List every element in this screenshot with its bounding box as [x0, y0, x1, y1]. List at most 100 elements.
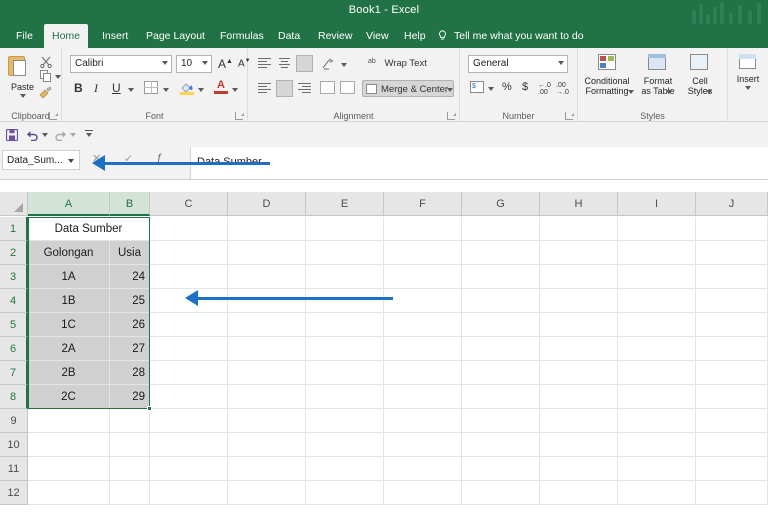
tab-home[interactable]: Home: [44, 24, 89, 48]
accounting-dropdown-icon[interactable]: [488, 87, 494, 91]
number-format-select[interactable]: General: [468, 55, 568, 73]
insert-cells-dropdown-icon[interactable]: [745, 86, 751, 90]
grid-cell[interactable]: [696, 361, 768, 385]
borders-dropdown-icon[interactable]: [163, 88, 169, 92]
increase-indent-icon[interactable]: [340, 81, 355, 94]
tab-formulas[interactable]: Formulas: [212, 24, 272, 48]
row-header-7[interactable]: 7: [0, 361, 28, 385]
tab-insert[interactable]: Insert: [94, 24, 136, 48]
grid-cell[interactable]: [462, 337, 540, 361]
underline-button[interactable]: U: [112, 81, 121, 95]
row-header-10[interactable]: 10: [0, 433, 28, 457]
increase-decimal-button[interactable]: ←.0.00: [538, 82, 551, 96]
tab-view[interactable]: View: [358, 24, 397, 48]
grid-cell[interactable]: [696, 457, 768, 481]
grid-cell[interactable]: [696, 385, 768, 409]
grid-cell[interactable]: [618, 481, 696, 505]
row-header-9[interactable]: 9: [0, 409, 28, 433]
column-header-d[interactable]: D: [228, 192, 306, 216]
grid-cell[interactable]: [306, 481, 384, 505]
grid-cell[interactable]: [150, 217, 228, 241]
percent-style-button[interactable]: %: [502, 81, 512, 93]
grid-cell[interactable]: [618, 409, 696, 433]
grid-cell[interactable]: [150, 337, 228, 361]
undo-dropdown-icon[interactable]: [42, 133, 48, 137]
redo-dropdown-icon[interactable]: [70, 133, 76, 137]
redo-icon[interactable]: [54, 128, 67, 142]
grid-cell[interactable]: [384, 217, 462, 241]
grid-cell[interactable]: [462, 433, 540, 457]
grid-cell[interactable]: [696, 313, 768, 337]
align-left-icon[interactable]: [258, 83, 271, 95]
cell-b4[interactable]: 25: [110, 289, 150, 313]
grid-cell[interactable]: [540, 241, 618, 265]
cell-a7[interactable]: 2B: [28, 361, 110, 385]
cut-button[interactable]: [40, 55, 52, 69]
cancel-formula-icon[interactable]: ✕: [92, 152, 101, 165]
grid-cell[interactable]: [150, 289, 228, 313]
tab-help[interactable]: Help: [396, 24, 434, 48]
cell-a2[interactable]: Golongan: [28, 241, 110, 265]
grid-cell[interactable]: [462, 409, 540, 433]
row-header-8[interactable]: 8: [0, 385, 28, 409]
cell-a1-merged[interactable]: Data Sumber: [28, 217, 150, 241]
grid-cell[interactable]: [228, 361, 306, 385]
align-bottom-icon[interactable]: [296, 55, 313, 72]
fill-color-dropdown-icon[interactable]: [198, 88, 204, 92]
copy-dropdown-icon[interactable]: [55, 75, 61, 79]
tell-me-search[interactable]: Tell me what you want to do: [454, 24, 584, 48]
cell-b6[interactable]: 27: [110, 337, 150, 361]
grid-cell[interactable]: [150, 481, 228, 505]
underline-dropdown-icon[interactable]: [128, 88, 134, 92]
grid-cell[interactable]: [228, 433, 306, 457]
grid-cell[interactable]: [306, 265, 384, 289]
grid-cell[interactable]: [150, 313, 228, 337]
grid-cell[interactable]: [384, 337, 462, 361]
row-header-4[interactable]: 4: [0, 289, 28, 313]
select-all-corner[interactable]: [0, 192, 28, 216]
save-icon[interactable]: [5, 128, 19, 142]
customize-icon[interactable]: [84, 130, 94, 139]
grid-cell[interactable]: [462, 385, 540, 409]
grid-cell[interactable]: [384, 481, 462, 505]
grid-cell[interactable]: [462, 217, 540, 241]
column-header-i[interactable]: I: [618, 192, 696, 216]
column-header-j[interactable]: J: [696, 192, 768, 216]
accounting-format-button[interactable]: $: [470, 81, 484, 93]
grid-cell[interactable]: [462, 241, 540, 265]
orientation-dropdown-icon[interactable]: [341, 63, 347, 67]
grid-cell[interactable]: [306, 217, 384, 241]
grid-cell[interactable]: [228, 265, 306, 289]
grid-cell[interactable]: [540, 409, 618, 433]
grid-cell[interactable]: [618, 385, 696, 409]
cell-b2[interactable]: Usia: [110, 241, 150, 265]
grid-cell[interactable]: [228, 385, 306, 409]
align-middle-icon[interactable]: [278, 58, 291, 70]
comma-style-button[interactable]: $: [522, 81, 528, 93]
grid-cell[interactable]: [618, 265, 696, 289]
grid-cell[interactable]: [540, 481, 618, 505]
grid-cell[interactable]: [306, 433, 384, 457]
merge-center-button[interactable]: Merge & Center: [362, 80, 454, 97]
decrease-indent-icon[interactable]: [320, 81, 335, 94]
row-header-3[interactable]: 3: [0, 265, 28, 289]
grid-cell[interactable]: [540, 385, 618, 409]
grid-cell[interactable]: [228, 217, 306, 241]
grid-cell[interactable]: [462, 361, 540, 385]
grid-cell[interactable]: [384, 313, 462, 337]
grid-cell[interactable]: [150, 265, 228, 289]
cell-styles-dropdown-icon[interactable]: [706, 90, 712, 94]
column-header-b[interactable]: B: [110, 192, 150, 216]
grid-cell[interactable]: [306, 385, 384, 409]
grid-cell[interactable]: [696, 337, 768, 361]
grid-cell[interactable]: [384, 409, 462, 433]
alignment-dialog-launcher[interactable]: [447, 112, 456, 120]
increase-font-size-button[interactable]: A▲: [218, 57, 233, 71]
italic-button[interactable]: I: [94, 81, 98, 96]
grid-cell[interactable]: [696, 265, 768, 289]
grid-cell[interactable]: [618, 217, 696, 241]
undo-icon[interactable]: [26, 128, 39, 142]
grid-cell[interactable]: [462, 313, 540, 337]
grid-cell[interactable]: [384, 385, 462, 409]
font-color-dropdown-icon[interactable]: [232, 88, 238, 92]
